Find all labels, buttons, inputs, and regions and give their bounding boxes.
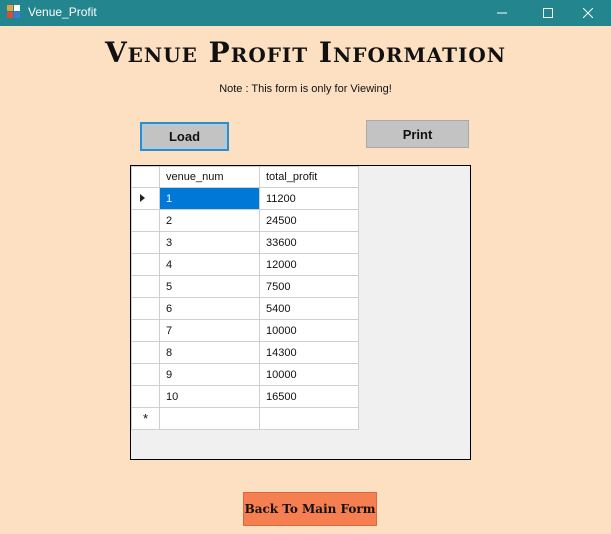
venue-num-cell[interactable]: 9 [159, 363, 260, 386]
total-profit-cell[interactable]: 11200 [259, 187, 359, 210]
venue-num-cell[interactable]: 6 [159, 297, 260, 320]
table-row[interactable]: 8 14300 [131, 341, 359, 364]
venue-num-cell[interactable]: 4 [159, 253, 260, 276]
row-header[interactable] [131, 187, 160, 210]
table-row[interactable]: 2 24500 [131, 209, 359, 232]
row-header[interactable] [131, 253, 160, 276]
new-row-cell[interactable] [259, 407, 359, 430]
new-row-cell[interactable] [159, 407, 260, 430]
column-header-total-profit[interactable]: total_profit [259, 166, 359, 188]
current-row-arrow-icon [140, 193, 145, 202]
title-bar: Venue_Profit [0, 0, 611, 26]
total-profit-cell[interactable]: 7500 [259, 275, 359, 298]
venue-num-cell[interactable]: 5 [159, 275, 260, 298]
row-header[interactable] [131, 297, 160, 320]
venue-num-cell[interactable]: 8 [159, 341, 260, 364]
profit-data-grid[interactable]: venue_num total_profit 1 11200 2 24500 3 3360… [130, 165, 471, 460]
total-profit-cell[interactable]: 14300 [259, 341, 359, 364]
back-to-main-form-button[interactable]: Back To Main Form [243, 492, 377, 526]
total-profit-cell[interactable]: 5400 [259, 297, 359, 320]
row-header[interactable] [131, 209, 160, 232]
minimize-button[interactable] [479, 0, 525, 26]
total-profit-cell[interactable]: 16500 [259, 385, 359, 408]
table-row[interactable]: 7 10000 [131, 319, 359, 342]
table-row[interactable]: 4 12000 [131, 253, 359, 276]
load-button[interactable]: Load [140, 122, 229, 151]
total-profit-cell[interactable]: 12000 [259, 253, 359, 276]
row-header[interactable] [131, 363, 160, 386]
venue-num-cell[interactable]: 7 [159, 319, 260, 342]
maximize-icon [543, 8, 553, 18]
table-row[interactable]: 3 33600 [131, 231, 359, 254]
table-row[interactable]: 10 16500 [131, 385, 359, 408]
venue-num-cell[interactable]: 1 [159, 187, 260, 210]
row-header[interactable] [131, 275, 160, 298]
row-header[interactable] [131, 341, 160, 364]
window-title: Venue_Profit [28, 5, 97, 19]
total-profit-cell[interactable]: 10000 [259, 319, 359, 342]
app-icon[interactable] [7, 5, 21, 19]
table-row[interactable]: 9 10000 [131, 363, 359, 386]
new-row[interactable]: * [131, 407, 359, 430]
column-header-venue-num[interactable]: venue_num [159, 166, 260, 188]
page-title: Venue Profit Information [104, 36, 507, 69]
close-icon [583, 8, 593, 18]
grid-corner-header[interactable] [131, 166, 160, 188]
new-row-marker: * [142, 411, 149, 426]
row-header[interactable] [131, 385, 160, 408]
viewing-note: Note : This form is only for Viewing! [219, 83, 392, 95]
minimize-icon [497, 12, 507, 14]
total-profit-cell[interactable]: 33600 [259, 231, 359, 254]
total-profit-cell[interactable]: 24500 [259, 209, 359, 232]
venue-num-cell[interactable]: 2 [159, 209, 260, 232]
venue-num-cell[interactable]: 10 [159, 385, 260, 408]
venue-num-cell[interactable]: 3 [159, 231, 260, 254]
row-header[interactable] [131, 319, 160, 342]
total-profit-cell[interactable]: 10000 [259, 363, 359, 386]
row-header[interactable] [131, 231, 160, 254]
print-button[interactable]: Print [366, 120, 469, 148]
table-row[interactable]: 5 7500 [131, 275, 359, 298]
close-button[interactable] [565, 0, 611, 26]
table-row[interactable]: 6 5400 [131, 297, 359, 320]
new-row-header[interactable]: * [131, 407, 160, 430]
table-row[interactable]: 1 11200 [131, 187, 359, 210]
